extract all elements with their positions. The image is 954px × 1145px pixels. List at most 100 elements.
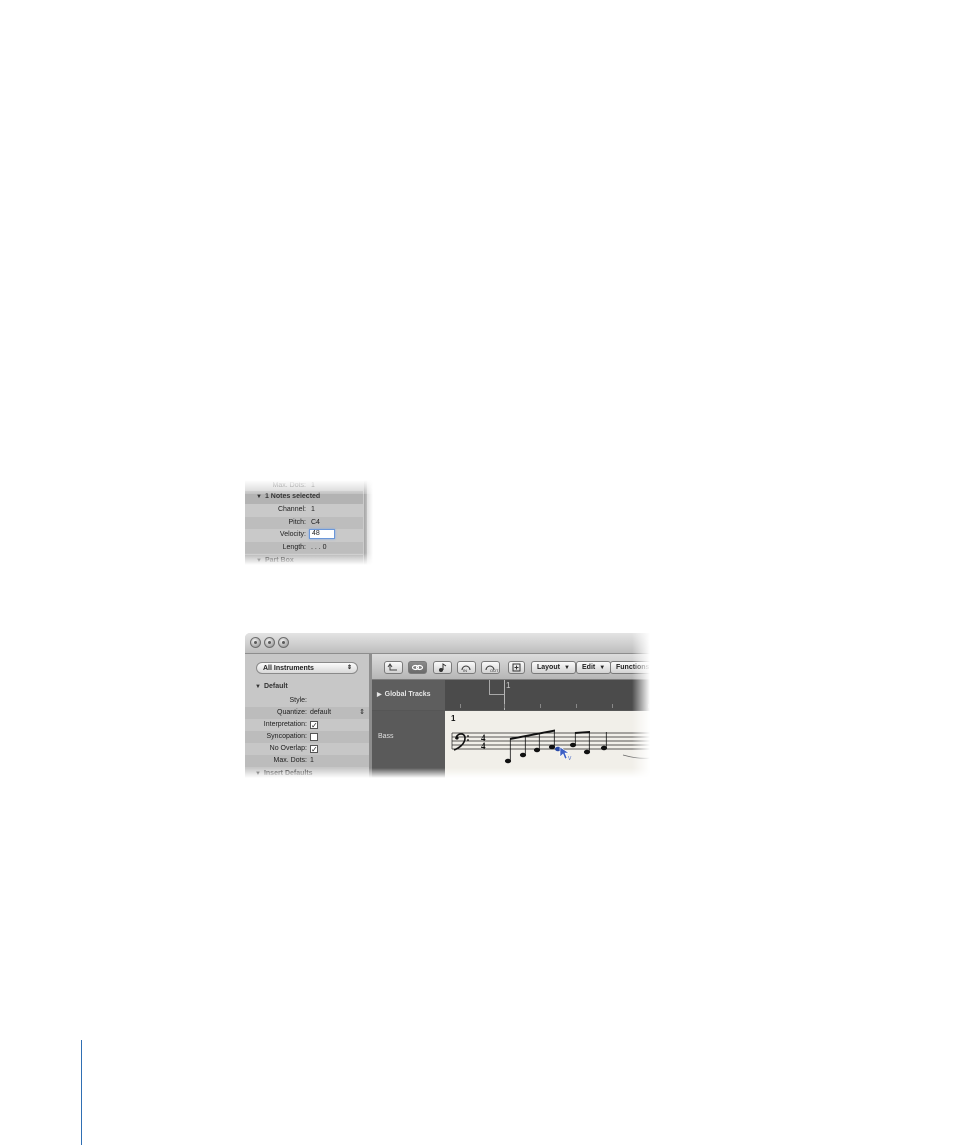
staff-notation[interactable]: 4 4 V <box>445 711 650 778</box>
no-overlap-row[interactable]: No Overlap: ✓ <box>245 743 369 755</box>
max-dots-label: Max. Dots: <box>272 482 306 489</box>
velocity-row[interactable]: Velocity: 48 <box>245 529 363 542</box>
ruler-bar-number: 1 <box>506 681 511 690</box>
syncopation-checkbox[interactable] <box>310 733 318 741</box>
section-title: Part Box <box>264 557 294 564</box>
max-dots-value[interactable]: 1 <box>310 757 314 764</box>
disclosure-triangle-icon[interactable]: ▼ <box>256 558 262 564</box>
layout-menu-label: Layout <box>537 664 560 671</box>
tie-curve <box>622 754 650 759</box>
midi-out-button[interactable] <box>433 661 452 674</box>
notes-selected-header[interactable]: ▼ 1 Notes selected <box>245 491 363 504</box>
functions-menu-label: Functions <box>616 664 650 671</box>
channel-value[interactable]: 1 <box>311 506 315 513</box>
link-icon <box>411 664 424 671</box>
panel-divider <box>364 480 367 565</box>
local-toolbar: IN OUT Layout ▼ Edit ▼ Functions <box>372 654 650 680</box>
disclosure-triangle-icon[interactable]: ▼ <box>255 684 261 690</box>
pitch-row[interactable]: Pitch: C4 <box>245 516 363 529</box>
plus-box-icon <box>512 663 521 672</box>
dropdown-arrow-icon: ▼ <box>599 665 606 671</box>
score-editor-window: All Instruments ⇕ ▼ Default Style: Quanti… <box>245 633 650 778</box>
velocity-input[interactable]: 48 <box>309 529 335 539</box>
svg-text:IN: IN <box>463 668 467 673</box>
pitch-value[interactable]: C4 <box>311 519 320 526</box>
close-window-button[interactable] <box>250 637 261 648</box>
ruler-tick <box>460 704 461 708</box>
default-section-header[interactable]: ▼ Default <box>245 681 369 693</box>
quantize-row[interactable]: Quantize: default ⇕ <box>245 707 369 719</box>
view-options-button[interactable] <box>508 661 525 674</box>
syncopation-row[interactable]: Syncopation: <box>245 731 369 743</box>
syncopation-label: Syncopation: <box>266 733 307 740</box>
score-staff-area[interactable]: 1 4 4 V <box>445 711 650 778</box>
note-head[interactable] <box>548 744 556 750</box>
midi-note-icon <box>439 663 447 672</box>
score-inspector: All Instruments ⇕ ▼ Default Style: Quanti… <box>245 654 369 778</box>
channel-label: Channel: <box>277 506 306 513</box>
functions-menu[interactable]: Functions <box>610 661 650 674</box>
hierarchy-up-button[interactable] <box>384 661 403 674</box>
interpretation-checkbox[interactable]: ✓ <box>310 721 318 730</box>
edit-menu-label: Edit <box>582 664 596 671</box>
global-tracks-label: Global Tracks <box>384 691 431 698</box>
note-head[interactable] <box>533 747 541 753</box>
dropdown-arrow-icon: ▼ <box>563 665 570 671</box>
page-margin-rule <box>81 1040 82 1145</box>
zoom-window-button[interactable] <box>278 637 289 648</box>
disclosure-triangle-icon[interactable]: ▼ <box>255 771 261 777</box>
ruler-tick <box>612 704 613 708</box>
pitch-label: Pitch: <box>288 518 306 526</box>
no-overlap-label: No Overlap: <box>269 745 307 752</box>
popup-arrows-icon: ⇕ <box>346 665 352 671</box>
section-title: 1 Notes selected <box>264 493 321 500</box>
quantize-stepper-icon[interactable]: ⇕ <box>359 708 365 716</box>
length-value[interactable]: . . . 0 <box>311 544 327 551</box>
length-row[interactable]: Length: . . . 0 <box>245 541 363 554</box>
max-dots-row[interactable]: Max. Dots: 1 <box>245 755 369 767</box>
instrument-set-label: All Instruments <box>263 665 314 672</box>
global-tracks-toggle[interactable]: ▶ Global Tracks <box>377 691 431 698</box>
track-row[interactable]: Bass 1 4 4 V <box>372 711 650 778</box>
max-dots-label: Max. Dots: <box>273 757 307 764</box>
section-title: Default <box>263 683 288 690</box>
quantize-value[interactable]: default <box>310 709 331 716</box>
capture-in-button[interactable]: IN <box>457 661 476 674</box>
note-head[interactable] <box>519 752 527 758</box>
out-arrow-icon: OUT <box>485 665 499 673</box>
beam <box>575 731 590 734</box>
style-row[interactable]: Style: <box>245 695 369 707</box>
section-title: Insert Defaults <box>263 770 313 777</box>
track-name[interactable]: Bass <box>378 733 394 740</box>
quantize-label: Quantize: <box>277 709 307 716</box>
bass-clef-icon <box>453 733 469 751</box>
window-titlebar[interactable] <box>245 633 650 654</box>
ruler-tick <box>648 704 649 708</box>
no-overlap-checkbox[interactable]: ✓ <box>310 745 318 754</box>
note-group[interactable] <box>504 729 608 764</box>
score-main-area: IN OUT Layout ▼ Edit ▼ Functions ▶ Global T… <box>372 654 650 778</box>
note-head[interactable] <box>600 745 608 751</box>
disclosure-triangle-icon[interactable]: ▶ <box>377 691 382 698</box>
edit-menu[interactable]: Edit ▼ <box>576 661 612 674</box>
time-signature-bottom: 4 <box>481 741 486 751</box>
interpretation-row[interactable]: Interpretation: ✓ <box>245 719 369 731</box>
disclosure-triangle-icon[interactable]: ▼ <box>256 494 262 500</box>
instrument-set-popup[interactable]: All Instruments ⇕ <box>256 662 358 674</box>
channel-row[interactable]: Channel: 1 <box>245 504 363 517</box>
ruler-tick <box>576 704 577 708</box>
interpretation-label: Interpretation: <box>263 721 307 728</box>
style-label: Style: <box>289 697 307 704</box>
link-button[interactable] <box>408 661 427 674</box>
layout-menu[interactable]: Layout ▼ <box>531 661 576 674</box>
global-tracks-row[interactable]: ▶ Global Tracks 1 <box>372 680 650 710</box>
capture-out-button[interactable]: OUT <box>481 661 500 674</box>
part-box-header[interactable]: ▼ Part Box <box>245 555 363 565</box>
note-head[interactable] <box>583 749 591 755</box>
minimize-window-button[interactable] <box>264 637 275 648</box>
bar-ruler[interactable]: 1 <box>445 680 650 710</box>
insert-defaults-header[interactable]: ▼ Insert Defaults <box>245 768 369 778</box>
cycle-marker[interactable] <box>489 680 505 695</box>
note-head[interactable] <box>569 742 577 748</box>
hierarchy-up-icon <box>387 663 397 671</box>
